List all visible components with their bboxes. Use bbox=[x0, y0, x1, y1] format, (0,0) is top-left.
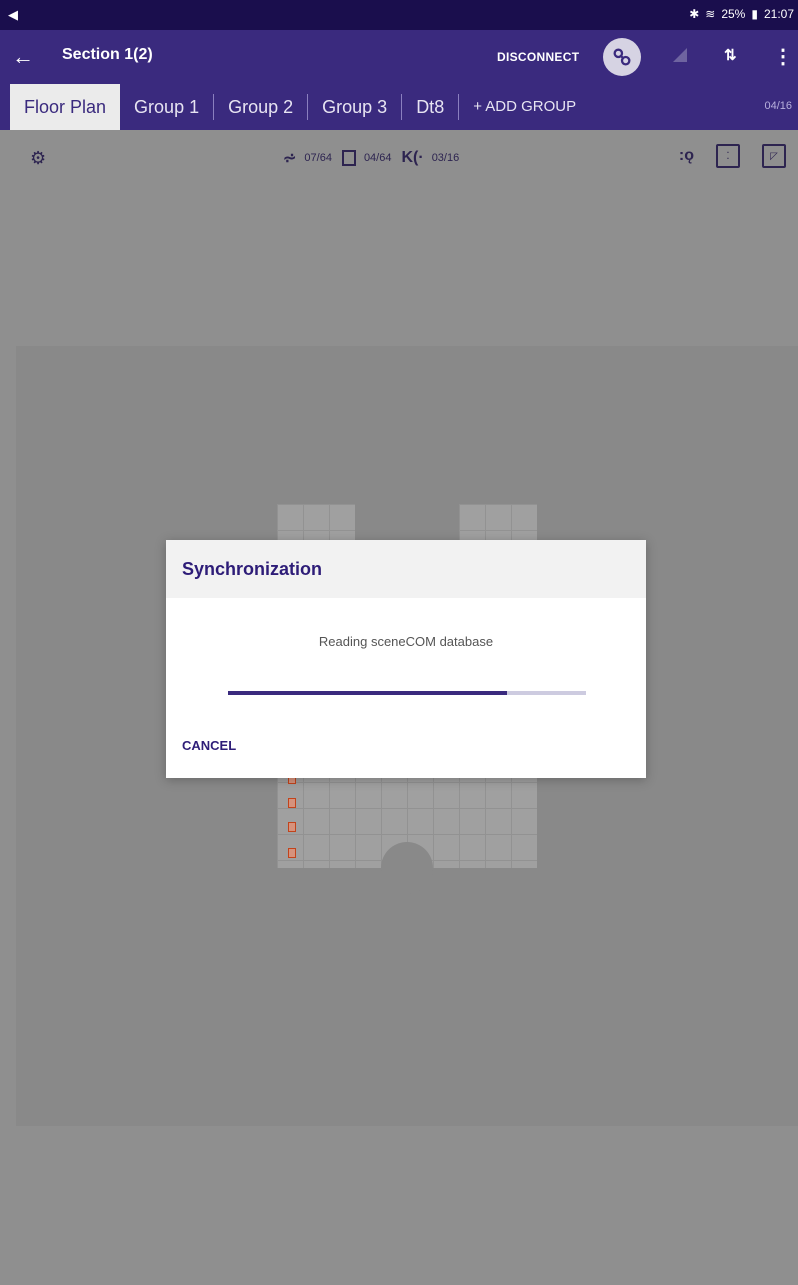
sync-progress-bar bbox=[228, 691, 586, 695]
device-marker[interactable] bbox=[288, 822, 296, 832]
wifi-icon: ≋ bbox=[705, 7, 716, 21]
cancel-button[interactable]: CANCEL bbox=[182, 738, 236, 753]
disconnect-button[interactable]: DISCONNECT bbox=[497, 50, 579, 64]
devices-count: 04/64 bbox=[363, 152, 392, 164]
tab-dt8[interactable]: Dt8 bbox=[402, 84, 458, 130]
sync-dialog: Synchronization Reading sceneCOM databas… bbox=[166, 540, 646, 778]
toolbar: ⚙ ⩫ 07/64 04/64 K(· 03/16 :ǫ ⁚ ◸ bbox=[0, 130, 798, 188]
bluetooth-icon: ✱ bbox=[689, 7, 700, 21]
tab-floor-plan[interactable]: Floor Plan bbox=[10, 84, 121, 130]
tab-group-3[interactable]: Group 3 bbox=[308, 84, 401, 130]
tab-group-1[interactable]: Group 1 bbox=[120, 84, 213, 130]
app-bar: ← Section 1(2) DISCONNECT ⇅ ⋮ bbox=[0, 30, 798, 84]
device-marker[interactable] bbox=[288, 798, 296, 808]
back-arrow-icon[interactable]: ← bbox=[12, 44, 34, 70]
status-bar: ◀ ✱ ≋ 25% ▮ 21:07 bbox=[0, 0, 798, 30]
sensors-count: 03/16 bbox=[431, 152, 460, 164]
battery-icon: ▮ bbox=[751, 7, 758, 21]
navigation-icon: ◀ bbox=[8, 7, 18, 22]
add-device-icon[interactable]: ⁚ bbox=[716, 144, 740, 168]
ceiling-light-icon: ⩫ bbox=[283, 150, 297, 167]
add-group-button[interactable]: + ADD GROUP bbox=[459, 84, 590, 130]
signal-icon bbox=[673, 48, 687, 62]
settings-gear-icon[interactable]: ⚙ bbox=[30, 148, 46, 169]
progress-fill bbox=[228, 691, 508, 695]
dialog-title: Synchronization bbox=[182, 558, 323, 579]
device-counts: ⩫ 07/64 04/64 K(· 03/16 bbox=[283, 148, 469, 168]
sensor-wave-icon: K(· bbox=[401, 149, 424, 166]
tab-bar: Floor Plan Group 1 Group 2 Group 3 Dt8 +… bbox=[0, 84, 798, 130]
device-box-icon bbox=[341, 150, 356, 166]
search-devices-icon[interactable]: :ǫ bbox=[679, 147, 694, 165]
dialog-header: Synchronization bbox=[166, 540, 646, 598]
device-marker[interactable] bbox=[288, 848, 296, 858]
time-text: 21:07 bbox=[763, 7, 794, 21]
battery-text: 25% bbox=[721, 7, 746, 21]
group-counter: 04/16 bbox=[764, 100, 792, 112]
dialog-message: Reading sceneCOM database bbox=[318, 634, 494, 649]
more-options-icon[interactable]: ⋮ bbox=[773, 44, 793, 69]
lights-count: 07/64 bbox=[304, 152, 332, 164]
floor-plan-door bbox=[381, 842, 433, 894]
link-button[interactable] bbox=[603, 38, 641, 76]
tab-group-2[interactable]: Group 2 bbox=[214, 84, 307, 130]
page-title: Section 1(2) bbox=[62, 46, 153, 63]
link-icon bbox=[613, 48, 631, 66]
sort-icon[interactable]: ⇅ bbox=[724, 46, 737, 64]
edit-plan-icon[interactable]: ◸ bbox=[762, 144, 786, 168]
